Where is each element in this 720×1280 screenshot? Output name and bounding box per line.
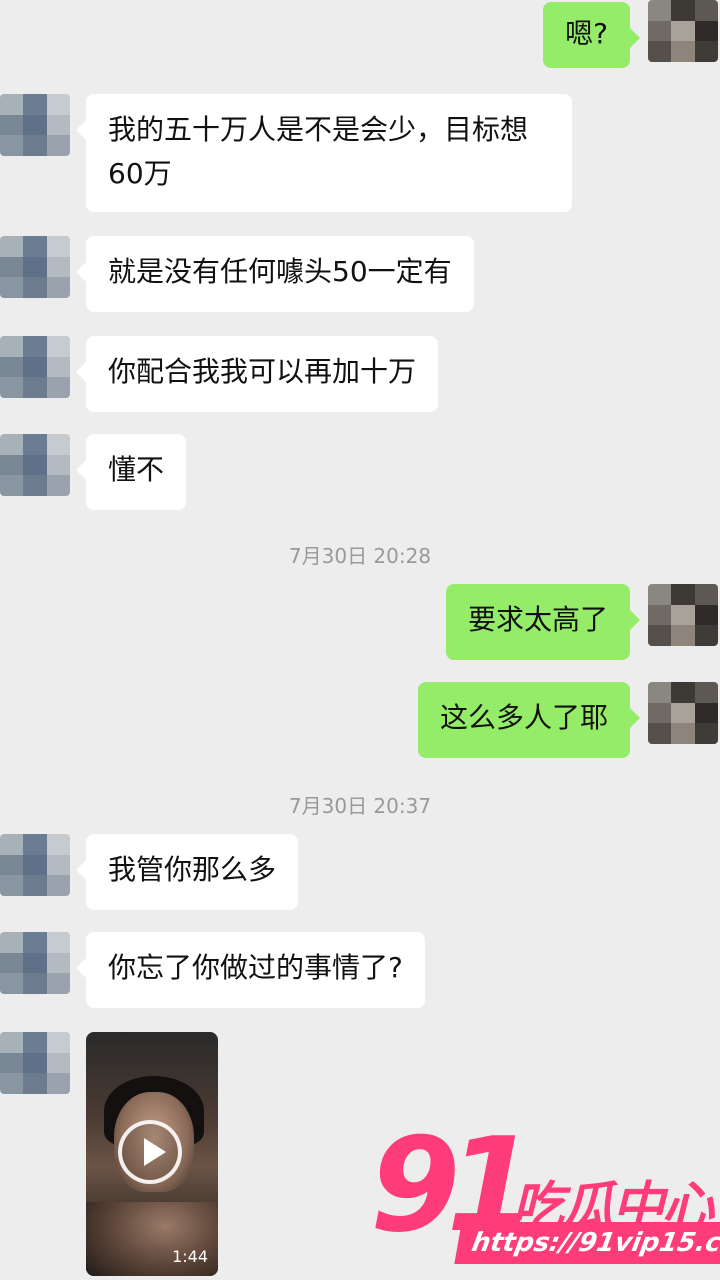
chat-screen: 嗯? 我的五十万人是不是会少，目标想60万 就是没有任何噱头50一定有 你配合我… xyxy=(0,0,720,1280)
incoming-message[interactable]: 就是没有任何噱头50一定有 xyxy=(76,236,474,312)
video-duration: 1:44 xyxy=(172,1247,208,1266)
contact-avatar[interactable] xyxy=(0,834,70,896)
incoming-message[interactable]: 我的五十万人是不是会少，目标想60万 xyxy=(76,94,572,212)
timestamp: 7月30日 20:37 xyxy=(288,794,432,818)
contact-avatar[interactable] xyxy=(0,434,70,496)
my-avatar[interactable] xyxy=(648,584,718,646)
outgoing-message[interactable]: 嗯? xyxy=(543,2,640,68)
contact-avatar[interactable] xyxy=(0,1032,70,1094)
play-icon[interactable] xyxy=(118,1120,182,1184)
contact-avatar[interactable] xyxy=(0,932,70,994)
outgoing-message[interactable]: 这么多人了耶 xyxy=(417,682,641,758)
watermark-logo: 91 吃瓜中心 https://91vip15.com xyxy=(370,1120,720,1280)
video-message[interactable]: 1:44 xyxy=(86,1032,218,1276)
timestamp: 7月30日 20:28 xyxy=(288,544,432,568)
outgoing-message[interactable]: 要求太高了 xyxy=(445,584,641,660)
incoming-message[interactable]: 你配合我我可以再加十万 xyxy=(75,336,439,412)
contact-avatar[interactable] xyxy=(0,336,70,398)
watermark-url: https://91vip15.com xyxy=(454,1222,720,1264)
incoming-message[interactable]: 我管你那么多 xyxy=(75,834,299,910)
contact-avatar[interactable] xyxy=(0,236,70,298)
incoming-message[interactable]: 你忘了你做过的事情了? xyxy=(76,932,425,1008)
my-avatar[interactable] xyxy=(648,0,718,62)
my-avatar[interactable] xyxy=(648,682,718,744)
contact-avatar[interactable] xyxy=(0,94,70,156)
incoming-message[interactable]: 懂不 xyxy=(75,434,187,510)
